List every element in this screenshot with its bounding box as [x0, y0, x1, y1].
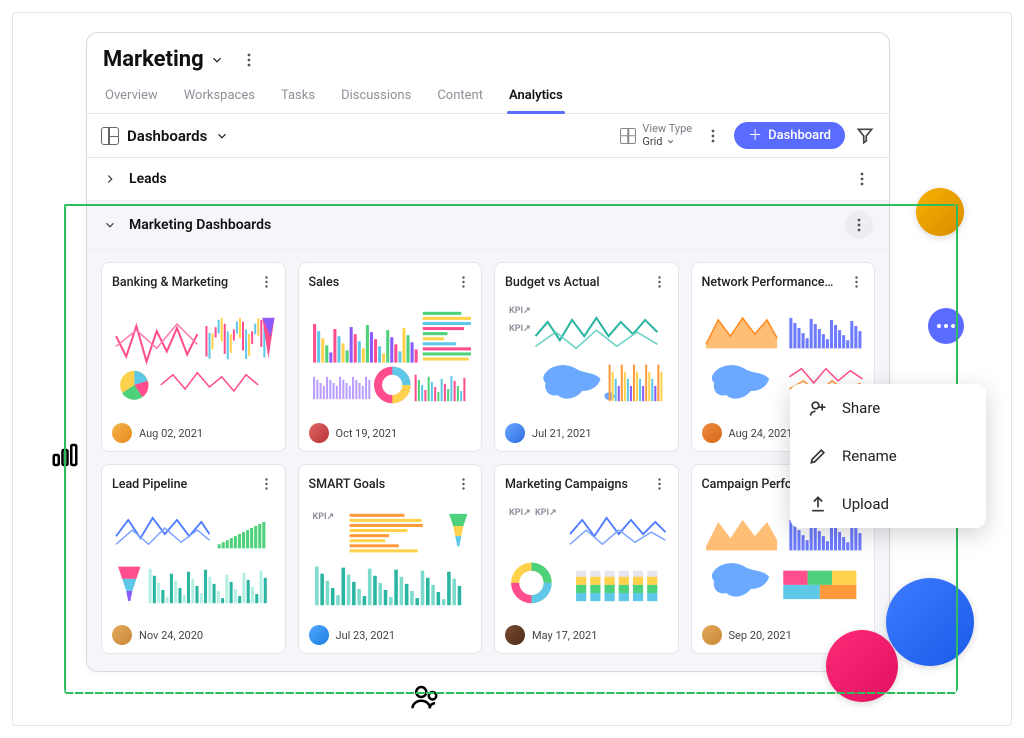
menu-upload-label: Upload: [842, 495, 889, 513]
tab-discussions[interactable]: Discussions: [339, 82, 413, 113]
dashboard-layout-icon: [101, 127, 119, 145]
card-date: Oct 19, 2021: [336, 427, 398, 440]
avatar: [505, 625, 525, 645]
avatar: [112, 625, 132, 645]
avatar: [309, 423, 329, 443]
card-date: Jul 21, 2021: [532, 427, 592, 440]
dashboard-card[interactable]: Sales Oct 19, 2021: [298, 262, 483, 452]
card-preview: [309, 298, 472, 415]
menu-rename[interactable]: Rename: [790, 432, 986, 480]
section-marketing-more[interactable]: [845, 211, 873, 239]
dashboard-card[interactable]: Lead Pipeline Nov 24, 2020: [101, 464, 286, 654]
card-more-button[interactable]: [259, 475, 275, 494]
card-date: Jul 23, 2021: [336, 629, 396, 642]
section-leads[interactable]: Leads: [87, 158, 889, 201]
title-row: Marketing: [87, 33, 889, 78]
add-dashboard-link[interactable]: ＋ Dashboard: [87, 662, 889, 672]
decor-dash-bottom: [64, 692, 956, 694]
card-more-button[interactable]: [455, 273, 471, 292]
card-preview: [112, 298, 275, 415]
workspace-title[interactable]: Marketing: [103, 47, 204, 72]
chevron-right-icon: [103, 172, 117, 186]
dashboard-card[interactable]: Marketing Campaigns: [494, 464, 679, 654]
dashboard-card[interactable]: Banking & Marketing Aug 02, 2021: [101, 262, 286, 452]
dashboard-card[interactable]: Budget vs Actual KPI↗ KPI↗ Jul 21, 2021: [494, 262, 679, 452]
menu-rename-label: Rename: [842, 447, 897, 465]
dashboards-selector[interactable]: Dashboards: [101, 127, 229, 145]
card-more-button[interactable]: [652, 475, 668, 494]
tab-analytics[interactable]: Analytics: [507, 82, 565, 113]
dashboard-card[interactable]: SMART Goals KPI↗ Jul 23, 2021: [298, 464, 483, 654]
upload-icon: [808, 494, 828, 514]
share-icon: [808, 398, 828, 418]
section-leads-label: Leads: [129, 171, 167, 187]
menu-upload[interactable]: Upload: [790, 480, 986, 528]
section-marketing-dashboards-label: Marketing Dashboards: [129, 217, 271, 233]
menu-share[interactable]: Share: [790, 384, 986, 432]
card-title: Lead Pipeline: [112, 477, 259, 492]
grid-icon: [620, 128, 636, 144]
card-preview: KPI↗ KPI↗: [505, 500, 668, 617]
viewtype-selector[interactable]: View Type Grid: [620, 123, 692, 148]
people-icon: [404, 676, 446, 718]
tab-workspaces[interactable]: Workspaces: [182, 82, 257, 113]
avatar: [886, 578, 974, 666]
tabs: Overview Workspaces Tasks Discussions Co…: [87, 78, 889, 114]
plus-icon: ＋: [748, 129, 762, 143]
card-title: Banking & Marketing: [112, 275, 259, 290]
card-date: Aug 02, 2021: [139, 427, 203, 440]
pencil-icon: [808, 446, 828, 466]
card-preview: KPI↗: [309, 500, 472, 617]
dashboard-grid: Banking & Marketing Aug 02, 2021 Sales: [87, 250, 889, 662]
card-date: Nov 24, 2020: [139, 629, 203, 642]
card-title: Sales: [309, 275, 456, 290]
dashboards-label: Dashboards: [127, 127, 207, 145]
section-marketing-dashboards[interactable]: Marketing Dashboards: [87, 201, 889, 250]
card-title: Network Performance…: [702, 275, 849, 290]
menu-share-label: Share: [842, 399, 880, 417]
tab-overview[interactable]: Overview: [103, 82, 160, 113]
card-more-button[interactable]: [455, 475, 471, 494]
card-title: Marketing Campaigns: [505, 477, 652, 492]
toolbar-more-button[interactable]: [702, 125, 724, 147]
avatar: [112, 423, 132, 443]
avatar: [505, 423, 525, 443]
add-dashboard-button[interactable]: ＋ Dashboard: [734, 122, 845, 149]
card-date: Aug 24, 2021: [729, 427, 793, 440]
card-date: Sep 20, 2021: [729, 629, 792, 642]
card-preview: KPI↗ KPI↗: [505, 298, 668, 415]
tab-content[interactable]: Content: [435, 82, 485, 113]
add-dashboard-label: Dashboard: [768, 128, 831, 143]
card-date: May 17, 2021: [532, 629, 597, 642]
viewtype-value: Grid: [642, 136, 662, 149]
tab-tasks[interactable]: Tasks: [279, 82, 317, 113]
avatar: [702, 625, 722, 645]
chevron-down-icon[interactable]: [210, 53, 224, 67]
chevron-down-icon: [103, 218, 117, 232]
viewtype-label: View Type: [642, 123, 692, 136]
decor-dash-top: [64, 204, 956, 206]
card-preview: [112, 500, 275, 617]
avatar: [702, 423, 722, 443]
card-title: Budget vs Actual: [505, 275, 652, 290]
title-more-button[interactable]: [238, 49, 260, 71]
avatar: [309, 625, 329, 645]
chevron-down-icon: [215, 129, 229, 143]
decor-dash-left: [64, 204, 66, 692]
card-more-button[interactable]: [259, 273, 275, 292]
card-title: SMART Goals: [309, 477, 456, 492]
card-more-button[interactable]: [848, 273, 864, 292]
toolbar: Dashboards View Type Grid ＋ Dashboard: [87, 114, 889, 158]
section-leads-more[interactable]: [851, 168, 873, 190]
context-menu: Share Rename Upload: [790, 384, 986, 528]
more-floating-button[interactable]: [928, 308, 964, 344]
card-more-button[interactable]: [652, 273, 668, 292]
filter-icon[interactable]: [855, 126, 875, 146]
app-window: Marketing Overview Workspaces Tasks Disc…: [86, 32, 890, 672]
